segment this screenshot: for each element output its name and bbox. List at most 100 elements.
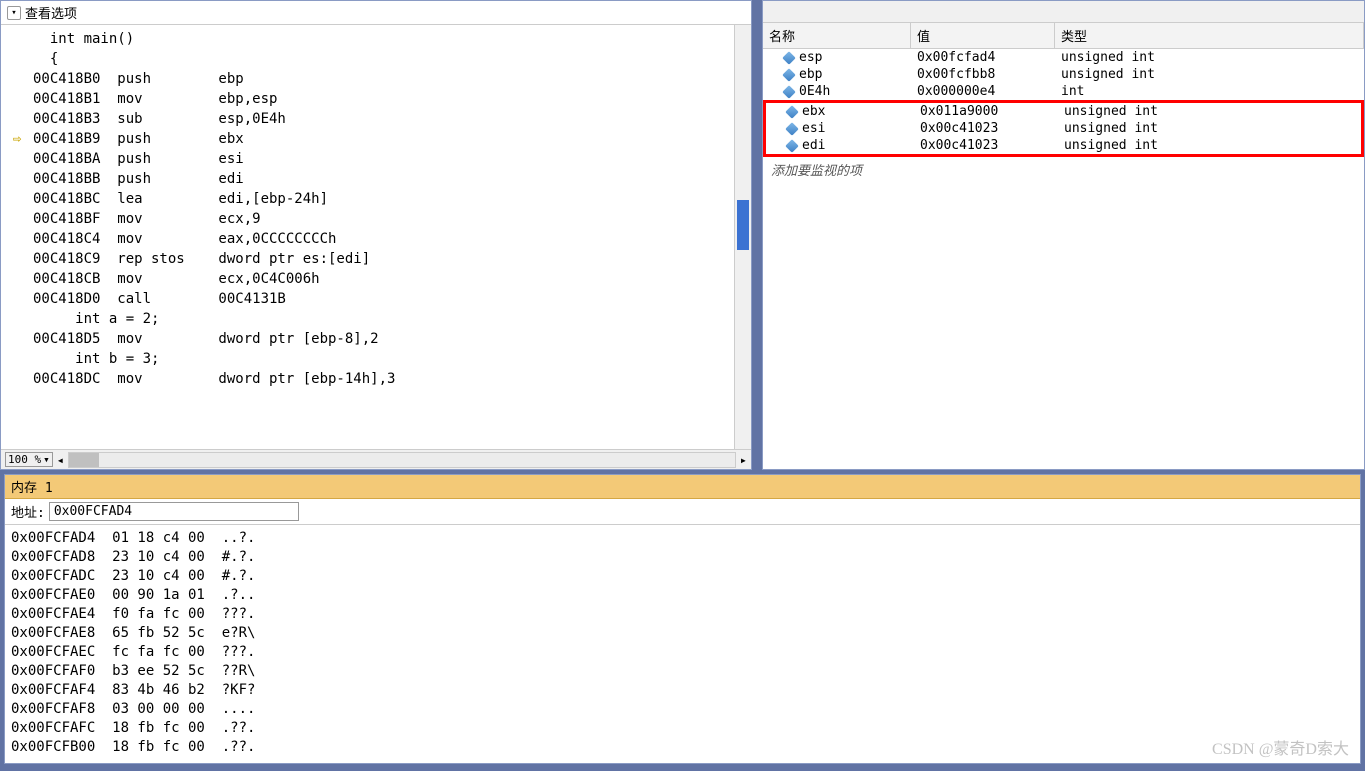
memory-row[interactable]: 0x00FCFAD8 23 10 c4 00 #.?. [11, 548, 1354, 567]
watch-name-text: ebx [802, 104, 825, 119]
watch-header: 名称 值 类型 [763, 23, 1364, 49]
scroll-left-icon[interactable]: ◂ [57, 453, 64, 467]
horizontal-scrollbar[interactable] [68, 452, 736, 468]
code-line[interactable]: int b = 3; [1, 349, 751, 369]
watch-row[interactable]: edi0x00c41023unsigned int [766, 137, 1361, 154]
code-line[interactable]: 00C418B0 push ebp [1, 69, 751, 89]
watch-name: ebp [763, 67, 911, 82]
gutter [1, 209, 33, 229]
variable-icon [782, 68, 796, 82]
code-text: 00C418B1 mov ebp,esp [33, 89, 277, 109]
gutter [1, 289, 33, 309]
watch-row[interactable]: 0E4h0x000000e4int [763, 83, 1364, 100]
highlight-annotation: ebx0x011a9000unsigned intesi0x00c41023un… [763, 100, 1364, 157]
code-line[interactable]: int a = 2; [1, 309, 751, 329]
watch-value: 0x00c41023 [914, 121, 1058, 136]
view-options-bar: ▾ 查看选项 [1, 1, 751, 25]
watch-name: esi [766, 121, 914, 136]
variable-icon [782, 85, 796, 99]
memory-row[interactable]: 0x00FCFAF4 83 4b 46 b2 ?KF? [11, 681, 1354, 700]
code-text: int main() [33, 29, 134, 49]
memory-panel: 内存 1 地址: 0x00FCFAD4 01 18 c4 00 ..?.0x00… [4, 474, 1361, 764]
watch-row[interactable]: esp0x00fcfad4unsigned int [763, 49, 1364, 66]
code-line[interactable]: 00C418B1 mov ebp,esp [1, 89, 751, 109]
memory-row[interactable]: 0x00FCFAF8 03 00 00 00 .... [11, 700, 1354, 719]
code-line[interactable]: int main() [1, 29, 751, 49]
code-text: 00C418CB mov ecx,0C4C006h [33, 269, 320, 289]
watch-type: unsigned int [1058, 104, 1361, 119]
code-text: 00C418B0 push ebp [33, 69, 244, 89]
code-line[interactable]: 00C418DC mov dword ptr [ebp-14h],3 [1, 369, 751, 389]
code-line[interactable]: 00C418BC lea edi,[ebp-24h] [1, 189, 751, 209]
memory-title[interactable]: 内存 1 [5, 475, 1360, 499]
scroll-right-icon[interactable]: ▸ [740, 453, 747, 467]
watch-value: 0x00fcfbb8 [911, 67, 1055, 82]
add-watch-item[interactable]: 添加要监视的项 [763, 157, 1364, 182]
memory-address-input[interactable] [49, 502, 299, 521]
code-text: 00C418B9 push ebx [33, 129, 244, 149]
memory-row[interactable]: 0x00FCFAD4 01 18 c4 00 ..?. [11, 529, 1354, 548]
watch-name: esp [763, 50, 911, 65]
code-text: 00C418D5 mov dword ptr [ebp-8],2 [33, 329, 379, 349]
zoom-select[interactable]: 100 % ▾ [5, 452, 53, 467]
watch-row[interactable]: esi0x00c41023unsigned int [766, 120, 1361, 137]
memory-row[interactable]: 0x00FCFAEC fc fa fc 00 ???. [11, 643, 1354, 662]
code-text: 00C418BC lea edi,[ebp-24h] [33, 189, 328, 209]
watch-name-text: ebp [799, 67, 822, 82]
code-line[interactable]: 00C418BA push esi [1, 149, 751, 169]
watch-type: int [1055, 84, 1364, 99]
code-text: { [33, 49, 58, 69]
code-line[interactable]: 00C418BF mov ecx,9 [1, 209, 751, 229]
code-line[interactable]: 00C418CB mov ecx,0C4C006h [1, 269, 751, 289]
code-text: int b = 3; [33, 349, 159, 369]
watch-type: unsigned int [1055, 67, 1364, 82]
watch-value: 0x011a9000 [914, 104, 1058, 119]
watch-type: unsigned int [1058, 138, 1361, 153]
memory-row[interactable]: 0x00FCFAE4 f0 fa fc 00 ???. [11, 605, 1354, 624]
gutter [1, 369, 33, 389]
memory-row[interactable]: 0x00FCFB00 18 fb fc 00 .??. [11, 738, 1354, 757]
watch-value: 0x000000e4 [911, 84, 1055, 99]
disassembly-panel: ▾ 查看选项 int main() {00C418B0 push ebp00C4… [0, 0, 752, 470]
code-line[interactable]: 00C418C9 rep stos dword ptr es:[edi] [1, 249, 751, 269]
watch-type: unsigned int [1055, 50, 1364, 65]
watch-panel: 名称 值 类型 esp0x00fcfad4unsigned intebp 0x00… [762, 0, 1365, 470]
memory-address-label: 地址: [11, 502, 45, 521]
watch-row[interactable]: ebp 0x00fcfbb8unsigned int [763, 66, 1364, 83]
disassembly-code[interactable]: int main() {00C418B0 push ebp00C418B1 mo… [1, 25, 751, 449]
code-line[interactable]: 00C418D0 call 00C4131B [1, 289, 751, 309]
watch-header-type[interactable]: 类型 [1055, 23, 1364, 48]
code-line[interactable]: 00C418C4 mov eax,0CCCCCCCCh [1, 229, 751, 249]
disassembly-footer: 100 % ▾ ◂ ▸ [1, 449, 751, 469]
code-text: 00C418BF mov ecx,9 [33, 209, 261, 229]
watch-name: ebx [766, 104, 914, 119]
memory-row[interactable]: 0x00FCFAE0 00 90 1a 01 .?.. [11, 586, 1354, 605]
memory-row[interactable]: 0x00FCFAF0 b3 ee 52 5c ??R\ [11, 662, 1354, 681]
memory-dump[interactable]: 0x00FCFAD4 01 18 c4 00 ..?.0x00FCFAD8 23… [5, 525, 1360, 763]
watch-row[interactable]: ebx 0x011a9000unsigned int [766, 103, 1361, 120]
watch-body: esp0x00fcfad4unsigned intebp0x00fcfbb8un… [763, 49, 1364, 469]
code-line[interactable]: { [1, 49, 751, 69]
code-line[interactable]: 00C418BB push edi [1, 169, 751, 189]
memory-row[interactable]: 0x00FCFAE8 65 fb 52 5c e?R\ [11, 624, 1354, 643]
code-text: 00C418C9 rep stos dword ptr es:[edi] [33, 249, 370, 269]
code-line[interactable]: 00C418D5 mov dword ptr [ebp-8],2 [1, 329, 751, 349]
watch-header-name[interactable]: 名称 [763, 23, 911, 48]
scrollbar-thumb[interactable] [69, 453, 99, 467]
memory-row[interactable]: 0x00FCFAFC 18 fb fc 00 .??. [11, 719, 1354, 738]
variable-icon [785, 139, 799, 153]
watch-header-value[interactable]: 值 [911, 23, 1055, 48]
code-line[interactable]: 00C418B3 sub esp,0E4h [1, 109, 751, 129]
scrollbar-thumb[interactable] [737, 200, 749, 250]
view-options-label[interactable]: 查看选项 [25, 3, 77, 22]
memory-row[interactable]: 0x00FCFADC 23 10 c4 00 #.?. [11, 567, 1354, 586]
code-text: 00C418C4 mov eax,0CCCCCCCCh [33, 229, 336, 249]
code-line[interactable]: ⇨00C418B9 push ebx [1, 129, 751, 149]
chevron-down-icon[interactable]: ▾ [7, 6, 21, 20]
vertical-scrollbar[interactable] [734, 25, 751, 449]
gutter [1, 349, 33, 369]
variable-icon [785, 105, 799, 119]
gutter [1, 109, 33, 129]
gutter [1, 49, 33, 69]
variable-icon [785, 122, 799, 136]
